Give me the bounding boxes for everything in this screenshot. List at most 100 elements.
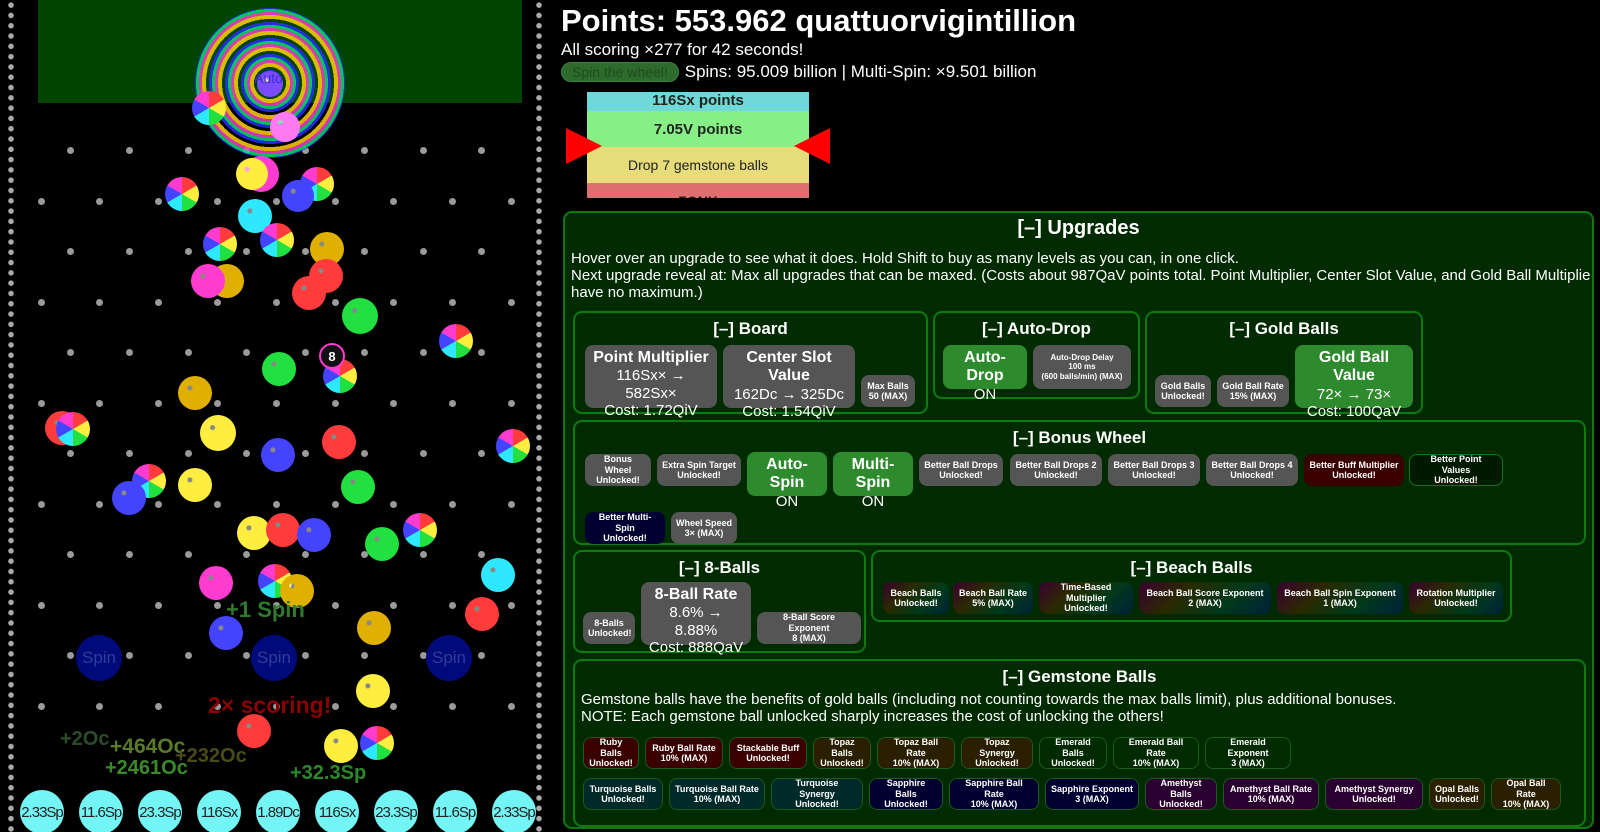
upgrade-name: Better Point Values [1430,454,1482,475]
eight-ball-rate-button[interactable]: 8-Ball Rate 8.6% → 8.88% Cost: 888QaV [641,582,751,656]
gemstone-upgrade-19[interactable]: Opal Balls Unlocked! [1429,778,1485,810]
gemstone-upgrade-14[interactable]: Sapphire Ball Rate 10% (MAX) [949,778,1039,810]
auto-drop-toggle[interactable]: Auto-Drop ON [943,345,1027,403]
gemstone-upgrade-15[interactable]: Sapphire Exponent 3 (MAX) [1045,778,1139,810]
eight-ball-exponent-button[interactable]: 8-Ball Score Exponent 8 (MAX) [757,612,861,644]
point-multiplier-button[interactable]: Point Multiplier 116Sx× → 582Sx× Cost: 1… [585,345,717,419]
gemstone-upgrade-20[interactable]: Opal Ball Rate 10% (MAX) [1491,778,1561,810]
gold-balls-button[interactable]: Gold Balls Unlocked! [1155,375,1211,407]
gemstone-upgrade-18[interactable]: Amethyst Synergy Unlocked! [1325,778,1423,810]
goldballs-section-title[interactable]: [–] Gold Balls [1147,319,1421,339]
gemstone-upgrade-5[interactable]: Topaz Ball Rate 10% (MAX) [877,737,955,769]
autodrop-section-title[interactable]: [–] Auto-Drop [935,319,1138,339]
beach-ball-upgrade-5[interactable]: Beach Ball Spin Exponent 1 (MAX) [1277,582,1403,614]
peg [67,147,74,154]
center-slot-value-button[interactable]: Center Slot Value 162Dc → 325Dc Cost: 1.… [723,345,855,420]
gemstone-upgrade-8[interactable]: Emerald Ball Rate 10% (MAX) [1113,737,1199,769]
bonus-wheel-upgrade-11[interactable]: Better Multi-Spin Unlocked! [585,512,665,544]
beachballs-section-title[interactable]: [–] Beach Balls [873,558,1510,578]
upgrade-state: Unlocked! [677,470,721,480]
gemstone-upgrade-9[interactable]: Emerald Exponent 3 (MAX) [1205,737,1291,769]
upgrade-state: Unlocked! [1161,391,1205,401]
bonus-wheel-upgrade-8[interactable]: Better Ball Drops 4 Unlocked! [1206,454,1298,486]
eight-balls-button[interactable]: 8-Balls Unlocked! [583,612,635,644]
gemstone-desc-2: NOTE: Each gemstone ball unlocked sharpl… [581,708,1164,725]
gemstone-section-title[interactable]: [–] Gemstone Balls [575,667,1584,687]
bonus-wheel-upgrade-2[interactable]: Extra Spin Target Unlocked! [657,454,741,486]
gemstone-upgrade-2[interactable]: Ruby Ball Rate 10% (MAX) [645,737,723,769]
peg [214,197,221,205]
slot-center: 1.89Dc [256,790,300,832]
scoring-buff-text: All scoring ×277 for 42 seconds! [561,40,804,59]
spin-wheel-button[interactable]: Spin the wheel! [561,62,679,82]
gemstone-upgrade-1[interactable]: Ruby Balls Unlocked! [583,737,639,769]
upgrade-name: Beach Ball Score Exponent [1146,587,1264,598]
ball [365,527,399,561]
gemstone-upgrade-13[interactable]: Sapphire Balls Unlocked! [869,778,943,810]
upgrade-name: Beach Balls [890,587,942,598]
gemstone-upgrade-3[interactable]: Stackable Buff Unlocked! [729,737,807,769]
gemstone-upgrade-10[interactable]: Turquoise Balls Unlocked! [583,778,663,810]
bonuswheel-section: [–] Bonus Wheel Bonus Wheel Unlocked! Extr… [573,420,1586,545]
gemstone-upgrade-17[interactable]: Amethyst Ball Rate 10% (MAX) [1223,778,1319,810]
bonus-wheel-upgrade-10[interactable]: Better Point Values Unlocked! [1409,454,1503,486]
peg [332,500,339,508]
bonuswheel-section-title[interactable]: [–] Bonus Wheel [575,428,1584,448]
bonus-wheel-upgrade-4[interactable]: Multi-Spin ON [833,452,913,510]
wheel-segment: ZONK [587,183,809,198]
gemstone-upgrade-12[interactable]: Turquoise Synergy Unlocked! [771,778,863,810]
max-balls-button[interactable]: Max Balls 50 (MAX) [861,375,915,407]
upgrade-state: 50 (MAX) [868,391,908,401]
peg [67,248,74,255]
upgrade-name: Better Ball Drops 2 [1015,459,1097,470]
beach-ball-upgrade-3[interactable]: Time-Based Multiplier Unlocked! [1039,582,1133,614]
peg [302,248,309,255]
bonus-wheel-upgrade-1[interactable]: Bonus Wheel Unlocked! [585,454,651,486]
board-section-title[interactable]: [–] Board [575,319,926,339]
gemstone-upgrade-11[interactable]: Turquoise Ball Rate 10% (MAX) [669,778,765,810]
upgrade-name: Auto-Spin [766,456,808,492]
peg [38,500,45,508]
beach-ball-upgrade-1[interactable]: Beach Balls Unlocked! [883,582,949,614]
upgrade-state: 10% (MAX) [693,794,741,804]
peg [243,349,250,356]
bonus-wheel-upgrade-5[interactable]: Better Ball Drops Unlocked! [919,454,1003,486]
upgrade-name: 8-Ball Rate [654,586,738,603]
upgrade-state: Unlocked! [795,799,839,810]
peg [420,450,427,457]
upgrade-name: Max Balls [867,380,909,391]
beach-ball-upgrade-4[interactable]: Beach Ball Score Exponent 2 (MAX) [1139,582,1271,614]
gemstone-upgrade-6[interactable]: Topaz Synergy Unlocked! [961,737,1033,769]
auto-drop-delay-button[interactable]: Auto-Drop Delay 100 ms (600 balls/min) (… [1033,345,1131,389]
slot-8: 11.6Sp [433,790,477,832]
gold-ball-rate-button[interactable]: Gold Ball Rate 15% (MAX) [1217,375,1289,407]
bonus-wheel-upgrade-6[interactable]: Better Ball Drops 2 Unlocked! [1010,454,1102,486]
plinko-board[interactable]: Auto 8 Spin Spin Spin +1 Spin 2× scoring… [0,0,555,832]
gemstone-upgrade-16[interactable]: Amethyst Balls Unlocked! [1145,778,1217,810]
upgrade-value: 8.6% → 8.88% [669,604,723,639]
bonus-wheel-upgrade-12[interactable]: Wheel Speed 3× (MAX) [671,512,737,544]
gold-ball-value-button[interactable]: Gold Ball Value 72× → 73× Cost: 100QaV [1295,345,1413,420]
upgrades-desc-2: Next upgrade reveal at: Max all upgrades… [571,267,1591,284]
beach-ball [403,513,437,547]
gemstone-upgrade-4[interactable]: Topaz Balls Unlocked! [813,737,871,769]
peg [155,298,162,306]
upgrade-state: Unlocked! [1434,598,1478,608]
beach-ball-upgrade-2[interactable]: Beach Ball Rate 5% (MAX) [953,582,1033,614]
peg [332,399,339,407]
ball [297,518,331,552]
bonus-wheel-upgrade-3[interactable]: Auto-Spin ON [747,452,827,510]
bonus-wheel-upgrade-9[interactable]: Better Buff Multiplier Unlocked! [1304,454,1404,486]
peg [508,702,515,710]
upgrade-name: Gold Ball Rate [1222,380,1284,391]
eightballs-section-title[interactable]: [–] 8-Balls [575,558,864,578]
peg [390,197,397,205]
upgrades-title[interactable]: [–] Upgrades [565,217,1592,240]
bonus-wheel-upgrade-7[interactable]: Better Ball Drops 3 Unlocked! [1108,454,1200,486]
peg [38,702,45,710]
upgrade-state: 10% (MAX) [1247,794,1295,804]
upgrade-state: Unlocked! [1159,799,1203,810]
gemstone-upgrade-7[interactable]: Emerald Balls Unlocked! [1039,737,1107,769]
peg [96,399,103,407]
beach-ball-upgrade-6[interactable]: Rotation Multiplier Unlocked! [1409,582,1503,614]
